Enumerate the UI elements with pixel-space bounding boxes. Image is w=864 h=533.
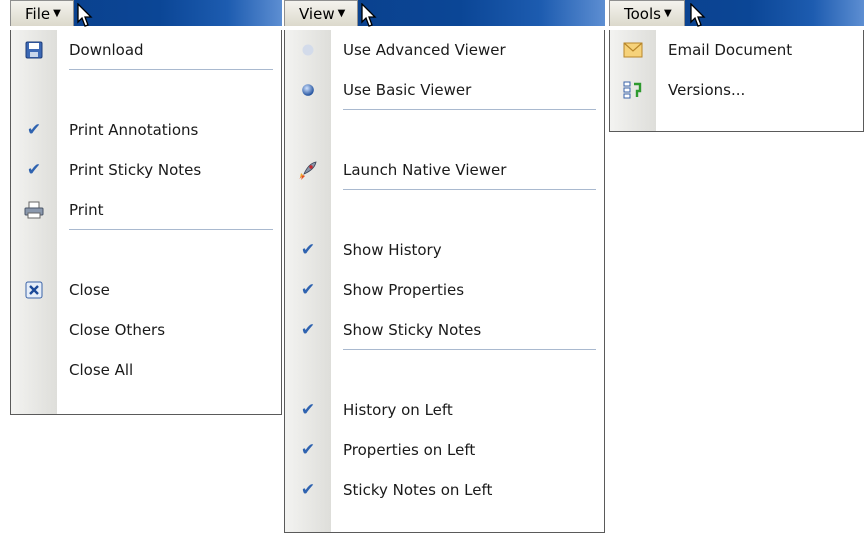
radio-unselected-icon: [285, 30, 331, 70]
menu-item-print-annotations[interactable]: ✔ Print Annotations: [11, 110, 281, 150]
tools-dropdown: Email Document Versions...: [609, 30, 864, 132]
file-menu-button[interactable]: File ▼: [10, 0, 74, 26]
menu-item-show-history[interactable]: ✔ Show History: [285, 230, 604, 270]
menu-item-show-sticky-notes[interactable]: ✔ Show Sticky Notes: [285, 310, 604, 350]
menu-item-use-basic-viewer[interactable]: Use Basic Viewer: [285, 70, 604, 110]
menu-item-print[interactable]: Print: [11, 190, 281, 230]
checkmark-icon: ✔: [26, 120, 42, 140]
view-menu-button[interactable]: View ▼: [284, 0, 359, 26]
menu-item-label: Use Advanced Viewer: [343, 41, 506, 59]
checkmark-icon: ✔: [300, 440, 316, 460]
menu-item-label: Show Properties: [343, 281, 465, 299]
tools-menubar: Tools ▼: [609, 0, 864, 27]
menu-item-sticky-notes-on-left[interactable]: ✔ Sticky Notes on Left: [285, 470, 604, 510]
menu-item-launch-native-viewer[interactable]: Launch Native Viewer: [285, 150, 604, 190]
menu-item-close-others[interactable]: Close Others: [11, 310, 281, 350]
mouse-cursor-icon: [690, 3, 706, 27]
menu-item-close[interactable]: Close: [11, 270, 281, 310]
menu-item-versions[interactable]: Versions...: [610, 70, 863, 110]
menu-item-print-sticky-notes[interactable]: ✔ Print Sticky Notes: [11, 150, 281, 190]
menu-item-label: Download: [69, 41, 144, 59]
menu-item-properties-on-left[interactable]: ✔ Properties on Left: [285, 430, 604, 470]
menu-item-label: Print Sticky Notes: [69, 161, 202, 179]
versions-icon: [610, 70, 656, 110]
mouse-cursor-icon: [77, 3, 93, 27]
checkmark-icon: ✔: [300, 480, 316, 500]
menu-item-label: History on Left: [343, 401, 453, 419]
menu-item-show-properties[interactable]: ✔ Show Properties: [285, 270, 604, 310]
tools-menu-button[interactable]: Tools ▼: [609, 0, 685, 26]
view-dropdown: Use Advanced Viewer Use Basic Viewer Lau…: [284, 30, 605, 533]
printer-icon: [11, 190, 57, 230]
checkmark-icon: ✔: [26, 160, 42, 180]
envelope-icon: [610, 30, 656, 70]
radio-selected-icon: [285, 70, 331, 110]
chevron-down-icon: ▼: [663, 8, 672, 19]
checkmark-icon: ✔: [300, 320, 316, 340]
tools-menu-column: Tools ▼ Email Document Versions...: [609, 0, 864, 132]
menu-item-download[interactable]: Download: [11, 30, 281, 70]
checkmark-icon: ✔: [300, 280, 316, 300]
menu-item-label: Close: [69, 281, 110, 299]
menu-item-label: Show Sticky Notes: [343, 321, 482, 339]
menu-item-label: Print Annotations: [69, 121, 199, 139]
chevron-down-icon: ▼: [337, 8, 346, 19]
file-menu-title: File: [25, 4, 51, 23]
menu-item-label: Use Basic Viewer: [343, 81, 472, 99]
mouse-cursor-icon: [361, 3, 377, 27]
menu-item-label: Print: [69, 201, 104, 219]
menu-item-history-on-left[interactable]: ✔ History on Left: [285, 390, 604, 430]
menu-item-label: Show History: [343, 241, 442, 259]
floppy-disk-icon: [11, 30, 57, 70]
checkmark-icon: ✔: [300, 400, 316, 420]
file-menubar: File ▼: [10, 0, 282, 27]
view-menu-title: View: [299, 4, 335, 23]
view-menu-column: View ▼ Use Advanced Viewer Use Basic Vie…: [284, 0, 605, 533]
file-menu-column: File ▼ Download ✔ Print Annotations ✔ Pr…: [10, 0, 282, 415]
rocket-icon: [285, 150, 331, 190]
menu-item-label: Close All: [69, 361, 134, 379]
menu-item-label: Launch Native Viewer: [343, 161, 507, 179]
menu-item-label: Close Others: [69, 321, 166, 339]
menu-item-label: Email Document: [668, 41, 793, 59]
checkmark-icon: ✔: [300, 240, 316, 260]
chevron-down-icon: ▼: [53, 8, 61, 19]
menu-item-label: Properties on Left: [343, 441, 476, 459]
menu-item-email-document[interactable]: Email Document: [610, 30, 863, 70]
tools-menu-title: Tools: [624, 4, 661, 23]
menu-item-label: Sticky Notes on Left: [343, 481, 493, 499]
close-icon: [11, 270, 57, 310]
menu-item-label: Versions...: [668, 81, 746, 99]
menu-item-use-advanced-viewer[interactable]: Use Advanced Viewer: [285, 30, 604, 70]
menu-item-close-all[interactable]: Close All: [11, 350, 281, 390]
file-dropdown: Download ✔ Print Annotations ✔ Print Sti…: [10, 30, 282, 415]
view-menubar: View ▼: [284, 0, 605, 27]
